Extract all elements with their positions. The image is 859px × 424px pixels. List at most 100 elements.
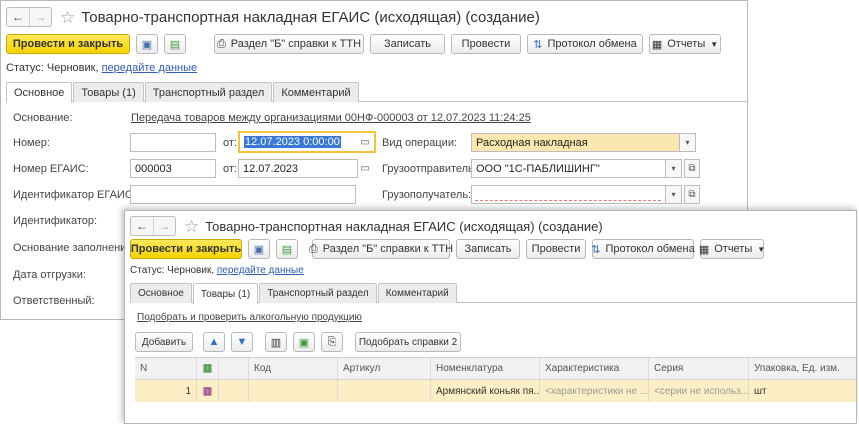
- tab-goods[interactable]: Товары (1): [73, 82, 144, 102]
- reports-label: Отчеты: [714, 243, 753, 255]
- section-b-button[interactable]: ⎙ Раздел "Б" справки к ТТН: [309, 239, 454, 259]
- favorite-star-icon[interactable]: ☆: [60, 9, 75, 26]
- create-based-on-button[interactable]: ▤: [276, 239, 298, 259]
- printer-icon: ⎙: [216, 37, 226, 50]
- alcohol-mark-icon: ▥: [202, 385, 213, 397]
- barcode-icon[interactable]: ▥: [265, 332, 287, 352]
- pick-alcohol-link[interactable]: Подобрать и проверить алкогольную продук…: [137, 312, 362, 323]
- exchange-protocol-button[interactable]: ⇅ Протокол обмена: [527, 34, 643, 54]
- open-icon[interactable]: ⧉: [684, 159, 700, 178]
- required-field-marker: [475, 200, 661, 201]
- chevron-down-icon: ▼: [710, 39, 719, 49]
- save-button[interactable]: ▣: [136, 34, 158, 54]
- table-header: N ▥ Код Артикул Номенклатура Характерист…: [135, 358, 856, 380]
- tab-strip: Основное Товары (1) Транспортный раздел …: [6, 82, 747, 103]
- forward-icon[interactable]: →: [153, 217, 175, 235]
- shipper-field[interactable]: ООО "1С-ПАБЛИШИНГ": [471, 159, 666, 178]
- document-green-arrow-icon: ▤: [281, 243, 293, 256]
- tab-main[interactable]: Основное: [6, 82, 73, 103]
- col-package-unit: Упаковка, Ед. изм.: [754, 363, 840, 374]
- nav-buttons: ← →: [6, 7, 52, 27]
- col-article: Артикул: [338, 358, 431, 379]
- status-line: Статус: Черновик, передайте данные: [130, 265, 304, 276]
- exchange-protocol-button[interactable]: ⇅ Протокол обмена: [591, 239, 695, 259]
- exchange-protocol-icon: ⇅: [533, 38, 543, 51]
- responsible-label: Ответственный:: [13, 295, 95, 307]
- reports-icon: ▦: [651, 38, 663, 51]
- scanner-icon[interactable]: ⎘: [321, 332, 343, 352]
- create-based-on-button[interactable]: ▤: [164, 34, 186, 54]
- cell-nomenclature: Армянский коньяк пя...: [431, 380, 540, 402]
- forward-icon[interactable]: →: [29, 8, 51, 26]
- chevron-down-icon[interactable]: ▾: [680, 133, 696, 152]
- tab-main[interactable]: Основное: [130, 283, 192, 303]
- operation-type-field[interactable]: Расходная накладная: [471, 133, 680, 152]
- cell-code: [249, 380, 338, 402]
- date-from-label: от:: [223, 137, 237, 149]
- date-value: 12.07.2023 0:00:00: [244, 136, 341, 148]
- window-title: Товарно-транспортная накладная ЕГАИС (ис…: [205, 218, 603, 234]
- egais-id-field[interactable]: [130, 185, 356, 204]
- table-row[interactable]: 1 ▥ Армянский коньяк пя... <характеристи…: [135, 380, 856, 402]
- status-line: Статус: Черновик, передайте данные: [6, 62, 197, 74]
- number-field[interactable]: [130, 133, 216, 152]
- alcohol-flag-icon: ▥: [202, 363, 213, 374]
- post-and-close-button[interactable]: Провести и закрыть: [130, 239, 242, 259]
- add-button[interactable]: Добавить: [135, 332, 193, 352]
- fill-icon[interactable]: ▣: [293, 332, 315, 352]
- write-button[interactable]: Записать: [370, 34, 445, 54]
- write-button[interactable]: Записать: [456, 239, 520, 259]
- chevron-down-icon[interactable]: ▾: [666, 185, 682, 204]
- reports-button[interactable]: ▦ Отчеты ▼: [649, 34, 721, 54]
- ttn-window-goods: ← → ☆ Товарно-транспортная накладная ЕГА…: [124, 210, 857, 424]
- post-and-close-button[interactable]: Провести и закрыть: [6, 34, 130, 54]
- basis-link[interactable]: Передача товаров между организациями 00Н…: [131, 112, 531, 124]
- number-label: Номер:: [13, 137, 50, 149]
- post-button[interactable]: Провести: [526, 239, 586, 259]
- favorite-star-icon[interactable]: ☆: [184, 218, 199, 235]
- goods-table: N ▥ Код Артикул Номенклатура Характерист…: [135, 357, 856, 402]
- date2-from-label: от:: [223, 163, 237, 175]
- egais-id-label: Идентификатор ЕГАИС:: [13, 189, 136, 201]
- pick-certificates-button[interactable]: Подобрать справки 2: [355, 332, 461, 352]
- chevron-down-icon[interactable]: ▾: [666, 159, 682, 178]
- post-button[interactable]: Провести: [451, 34, 521, 54]
- save-button[interactable]: ▣: [248, 239, 270, 259]
- back-icon[interactable]: ←: [7, 8, 29, 26]
- calendar-icon[interactable]: ▭: [356, 133, 374, 152]
- col-code: Код: [249, 358, 338, 379]
- tab-comment[interactable]: Комментарий: [273, 82, 359, 102]
- move-up-icon[interactable]: ▲: [203, 332, 225, 352]
- section-b-label: Раздел "Б" справки к ТТН: [230, 38, 362, 50]
- consignee-field[interactable]: [471, 185, 666, 204]
- floppy-disk-icon: ▣: [253, 243, 265, 256]
- reports-button[interactable]: ▦ Отчеты ▼: [699, 239, 765, 259]
- cell-n: 1: [135, 380, 197, 402]
- basis-label: Основание:: [13, 112, 73, 124]
- tab-comment[interactable]: Комментарий: [377, 283, 457, 303]
- identifier-label: Идентификатор:: [13, 215, 98, 227]
- egais-date-field[interactable]: 12.07.2023: [238, 159, 358, 178]
- shipper-label: Грузоотправитель:: [382, 163, 477, 175]
- tab-transport[interactable]: Транспортный раздел: [144, 82, 273, 102]
- cell-article: [338, 380, 431, 402]
- status-label: Статус:: [130, 265, 165, 276]
- window-titlebar: ← → ☆ Товарно-транспортная накладная ЕГА…: [125, 212, 856, 240]
- egais-number-label: Номер ЕГАИС:: [13, 163, 89, 175]
- status-value: Черновик,: [46, 62, 99, 74]
- egais-number-field[interactable]: 000003: [130, 159, 216, 178]
- col-nomenclature: Номенклатура: [431, 358, 540, 379]
- section-b-label: Раздел "Б" справки к ТТН: [322, 243, 454, 255]
- tab-goods[interactable]: Товары (1): [192, 283, 259, 304]
- calendar-icon[interactable]: ▭: [356, 159, 374, 178]
- transfer-data-link[interactable]: передайте данные: [102, 62, 198, 74]
- reports-label: Отчеты: [667, 38, 706, 50]
- col-characteristic: Характеристика: [540, 358, 649, 379]
- col-blank: [219, 358, 249, 379]
- transfer-data-link[interactable]: передайте данные: [217, 265, 304, 276]
- tab-transport[interactable]: Транспортный раздел: [259, 283, 377, 303]
- back-icon[interactable]: ←: [131, 217, 153, 235]
- open-icon[interactable]: ⧉: [684, 185, 700, 204]
- section-b-button[interactable]: ⎙ Раздел "Б" справки к ТТН: [214, 34, 364, 54]
- move-down-icon[interactable]: ▼: [231, 332, 253, 352]
